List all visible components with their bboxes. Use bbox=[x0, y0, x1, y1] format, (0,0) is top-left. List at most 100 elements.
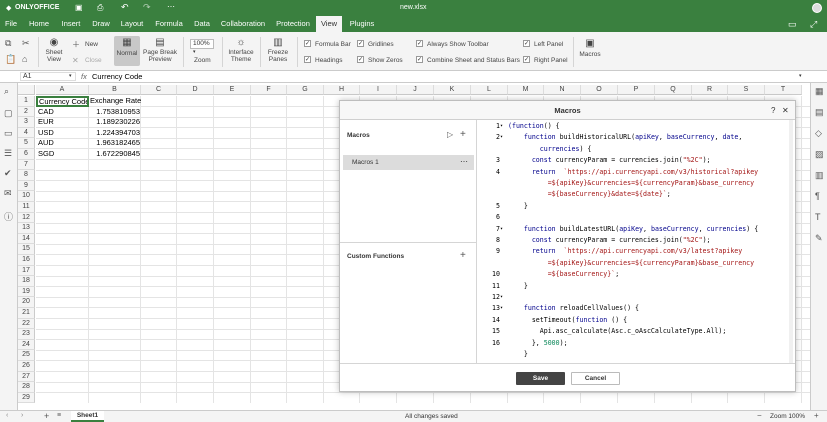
info-icon[interactable]: ⓘ bbox=[4, 213, 13, 222]
close-icon[interactable]: ✕ bbox=[782, 101, 789, 120]
column-header[interactable]: K bbox=[434, 85, 471, 95]
cell-a1[interactable]: Currency Code bbox=[36, 96, 89, 107]
row-header[interactable]: 23 bbox=[18, 329, 35, 340]
row-header[interactable]: 15 bbox=[18, 244, 35, 255]
tab-plugins[interactable]: Plugins bbox=[345, 16, 379, 32]
undo-icon[interactable]: ↶ bbox=[121, 2, 129, 13]
zoom-select[interactable]: 100% ▾ bbox=[190, 39, 214, 55]
tab-draw[interactable]: Draw bbox=[88, 16, 114, 32]
fold-marker-icon[interactable]: ▾ bbox=[500, 224, 506, 235]
tab-protection[interactable]: Protection bbox=[272, 16, 314, 32]
normal-view-button[interactable]: ▦ Normal bbox=[114, 36, 140, 66]
row-header[interactable]: 22 bbox=[18, 318, 35, 330]
row-header[interactable]: 29 bbox=[18, 392, 35, 403]
row-header[interactable]: 6 bbox=[18, 149, 35, 160]
cell-b6[interactable]: 1.672290845 bbox=[89, 149, 141, 160]
cell-a6[interactable]: SGD bbox=[36, 149, 89, 160]
fold-marker-icon[interactable]: ▾ bbox=[500, 292, 506, 303]
cut-icon[interactable]: ✂ bbox=[22, 39, 30, 48]
column-header[interactable]: M bbox=[508, 85, 544, 95]
select-all-corner[interactable] bbox=[18, 85, 35, 95]
new-view-button[interactable]: New bbox=[85, 41, 98, 48]
tab-layout[interactable]: Layout bbox=[117, 16, 147, 32]
column-header[interactable]: G bbox=[287, 85, 324, 95]
add-macro-icon[interactable]: + bbox=[460, 129, 466, 140]
chat-icon[interactable]: ▭ bbox=[4, 129, 13, 138]
column-header[interactable]: P bbox=[618, 85, 655, 95]
row-header[interactable]: 21 bbox=[18, 308, 35, 319]
cell-a5[interactable]: AUD bbox=[36, 138, 89, 149]
sheet-view-button[interactable]: ◉ Sheet View bbox=[43, 37, 65, 63]
row-header[interactable]: 8 bbox=[18, 170, 35, 181]
editor-scrollbar[interactable] bbox=[789, 120, 793, 363]
column-header[interactable]: C bbox=[141, 85, 177, 95]
row-header[interactable]: 1 bbox=[18, 96, 35, 107]
show-zeros-checkbox[interactable]: ✓ bbox=[357, 56, 364, 63]
cell-a4[interactable]: USD bbox=[36, 128, 89, 139]
redo-icon[interactable]: ↷ bbox=[143, 2, 151, 13]
run-icon[interactable]: ▷ bbox=[447, 130, 453, 139]
column-header[interactable]: I bbox=[360, 85, 397, 95]
signature-icon[interactable]: ✎ bbox=[815, 234, 823, 243]
table-settings-icon[interactable]: ▤ bbox=[815, 108, 824, 117]
row-header[interactable]: 2 bbox=[18, 106, 35, 118]
print-icon[interactable]: ⎙ bbox=[97, 3, 103, 13]
help-icon[interactable]: ? bbox=[771, 101, 775, 120]
macros-button[interactable]: ▣ Macros bbox=[578, 37, 602, 58]
always-show-toolbar-checkbox[interactable]: ✓ bbox=[416, 40, 423, 47]
expand-icon[interactable]: ⤢ bbox=[810, 19, 817, 30]
paragraph-settings-icon[interactable]: ¶ bbox=[815, 192, 820, 201]
headings-checkbox[interactable]: ✓ bbox=[304, 56, 311, 63]
format-painter-icon[interactable]: ⌂ bbox=[22, 55, 27, 64]
row-header[interactable]: 10 bbox=[18, 191, 35, 202]
fold-marker-icon[interactable]: ▾ bbox=[500, 303, 506, 314]
cell-b2[interactable]: 1.753810953 bbox=[89, 107, 141, 118]
chevron-down-icon[interactable]: ▾ bbox=[69, 73, 72, 79]
row-header[interactable]: 25 bbox=[18, 350, 35, 361]
fold-marker-icon[interactable]: ▾ bbox=[500, 121, 506, 132]
spellcheck-icon[interactable]: ✔ bbox=[4, 169, 12, 178]
cell-b1[interactable]: Exchange Rate bbox=[89, 96, 141, 107]
tab-insert[interactable]: Insert bbox=[56, 16, 86, 32]
cell-settings-icon[interactable]: ▦ bbox=[815, 87, 824, 96]
row-header[interactable]: 20 bbox=[18, 297, 35, 308]
column-header[interactable]: J bbox=[397, 85, 434, 95]
copy-icon[interactable]: ⧉ bbox=[5, 39, 11, 48]
more-icon[interactable]: ⋯ bbox=[167, 2, 175, 11]
row-header[interactable]: 18 bbox=[18, 276, 35, 287]
column-header[interactable]: B bbox=[89, 85, 141, 95]
row-header[interactable]: 11 bbox=[18, 202, 35, 213]
row-header[interactable]: 7 bbox=[18, 159, 35, 171]
add-function-icon[interactable]: + bbox=[460, 250, 466, 261]
sheet-tab[interactable]: Sheet1 bbox=[71, 411, 104, 422]
sheet-list-icon[interactable]: ≡ bbox=[57, 412, 61, 419]
add-sheet-icon[interactable]: + bbox=[44, 411, 49, 421]
search-icon[interactable]: ⌕ bbox=[4, 87, 9, 96]
cell-a3[interactable]: EUR bbox=[36, 117, 89, 128]
comments-list-icon[interactable]: ☰ bbox=[4, 149, 12, 158]
cell-b4[interactable]: 1.224394703 bbox=[89, 128, 141, 139]
column-header[interactable]: T bbox=[765, 85, 802, 95]
tab-home[interactable]: Home bbox=[24, 16, 54, 32]
tab-file[interactable]: File bbox=[0, 16, 22, 32]
row-header[interactable]: 5 bbox=[18, 138, 35, 149]
save-button[interactable]: Save bbox=[516, 372, 565, 385]
tab-view[interactable]: View bbox=[316, 16, 342, 32]
left-panel-checkbox[interactable]: ✓ bbox=[523, 40, 530, 47]
row-header[interactable]: 17 bbox=[18, 265, 35, 277]
row-header[interactable]: 26 bbox=[18, 361, 35, 372]
avatar[interactable] bbox=[812, 3, 822, 13]
save-icon[interactable]: ▣ bbox=[75, 3, 83, 12]
column-header[interactable]: A bbox=[36, 85, 89, 95]
tab-collaboration[interactable]: Collaboration bbox=[218, 16, 268, 32]
row-header[interactable]: 19 bbox=[18, 286, 35, 298]
column-header[interactable]: R bbox=[692, 85, 728, 95]
scroll-last-sheet-icon[interactable]: › bbox=[21, 412, 23, 419]
open-location-icon[interactable]: ▭ bbox=[788, 19, 797, 30]
cell-b5[interactable]: 1.963182465 bbox=[89, 138, 141, 149]
new-view-icon[interactable]: ＋ bbox=[72, 40, 80, 49]
right-panel-checkbox[interactable]: ✓ bbox=[523, 56, 530, 63]
cell-a2[interactable]: CAD bbox=[36, 107, 89, 118]
text-art-icon[interactable]: T bbox=[815, 213, 821, 222]
gridlines-checkbox[interactable]: ✓ bbox=[357, 40, 364, 47]
